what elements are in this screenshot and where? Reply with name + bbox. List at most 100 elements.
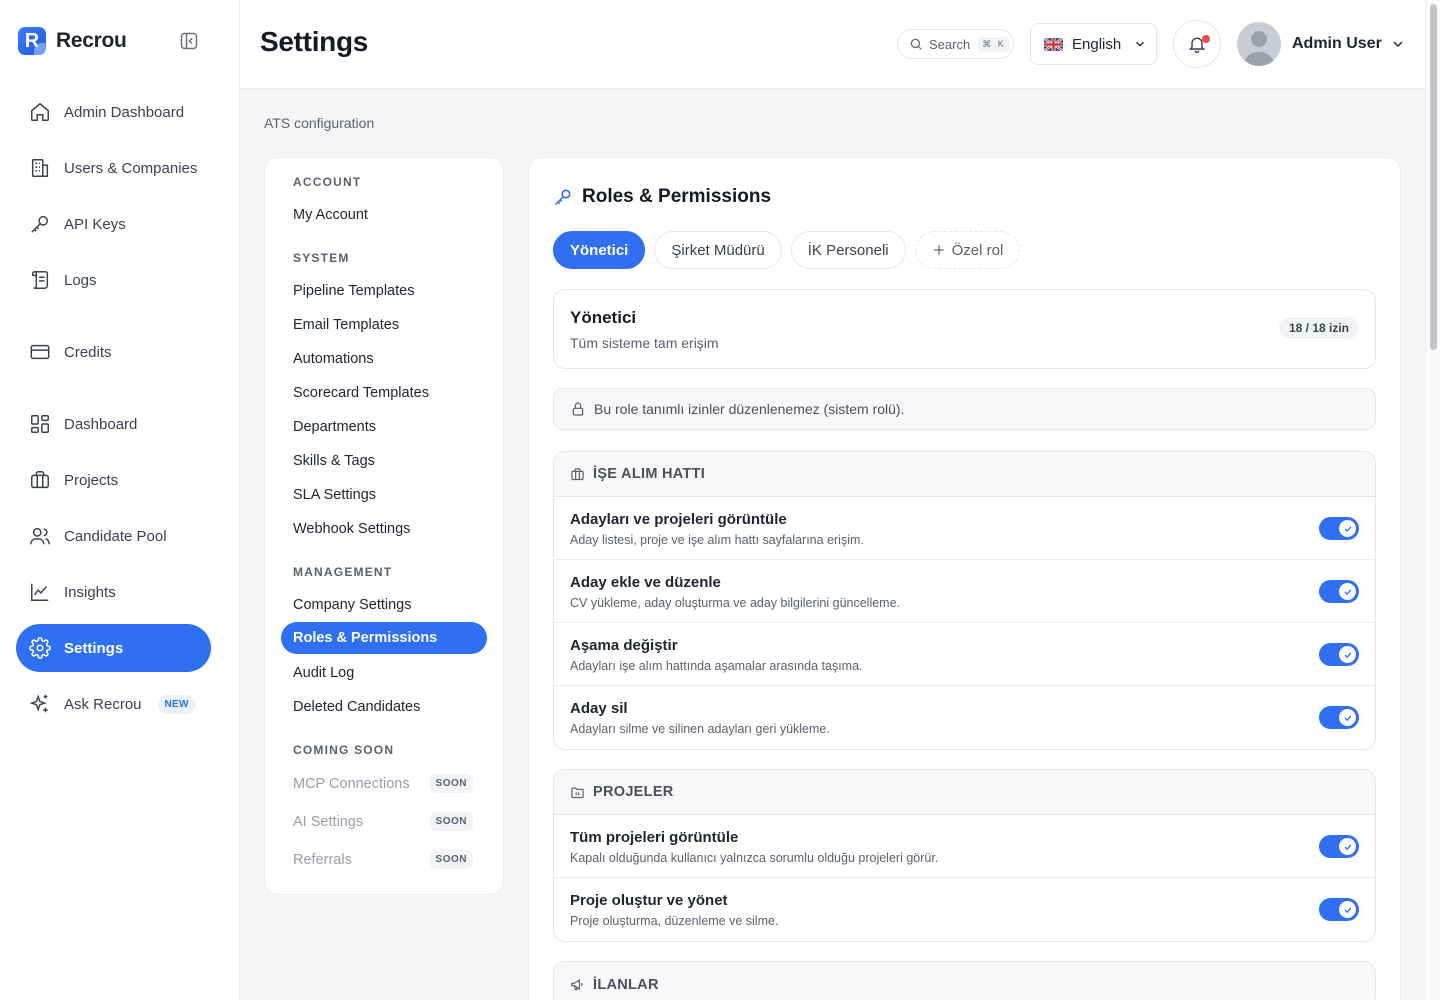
sidebar-item-label: Candidate Pool <box>64 527 167 545</box>
tab-ik-personeli[interactable]: İK Personeli <box>790 231 906 269</box>
building-icon <box>28 156 52 180</box>
sidebar-item-label: Projects <box>64 471 119 489</box>
dashboard-icon <box>28 412 52 436</box>
permission-row: Tüm projeleri görüntüle Kapalı olduğunda… <box>554 815 1375 878</box>
user-name: Admin User <box>1292 35 1382 52</box>
permission-toggle[interactable] <box>1319 706 1359 729</box>
permission-title: Adayları ve projeleri görüntüle <box>570 511 787 528</box>
notice-text: Bu role tanımlı izinler düzenlenemez (si… <box>594 401 905 417</box>
sidebar-item-insights[interactable]: Insights <box>16 568 211 616</box>
search-icon <box>910 38 922 50</box>
settings-item-ai-settings: AI Settings SOON <box>293 812 473 831</box>
chevron-down-icon <box>1393 41 1403 48</box>
collapse-sidebar-icon[interactable] <box>179 31 199 51</box>
settings-item-email-templates[interactable]: Email Templates <box>293 317 399 333</box>
permission-toggle[interactable] <box>1319 643 1359 666</box>
key-icon <box>28 212 52 236</box>
check-icon <box>1339 838 1356 855</box>
sidebar-item-ask-recrou[interactable]: Ask Recrou NEW <box>16 680 211 728</box>
permission-group-projeler: PROJELER Tüm projeleri görüntüle Kapalı … <box>553 769 1376 942</box>
logo[interactable]: R Recrou <box>18 27 127 55</box>
settings-item-label: Referrals <box>293 851 352 868</box>
new-badge: NEW <box>157 694 196 714</box>
permission-title: Aşama değiştir <box>570 637 678 654</box>
group-title: İLANLAR <box>593 976 659 993</box>
permission-toggle[interactable] <box>1319 898 1359 921</box>
home-icon <box>28 100 52 124</box>
chart-icon <box>28 580 52 604</box>
permission-description: Adayları silme ve silinen adayları geri … <box>570 722 830 736</box>
role-name: Yönetici <box>570 308 637 327</box>
permission-title: Aday ekle ve düzenle <box>570 574 721 591</box>
settings-item-roles-permissions[interactable]: Roles & Permissions <box>281 622 487 654</box>
sidebar-item-logs[interactable]: Logs <box>16 256 211 304</box>
section-heading-management: MANAGEMENT <box>293 565 393 579</box>
tab-yonetici[interactable]: Yönetici <box>553 231 646 269</box>
permission-description: Adayları işe alım hattında aşamalar aras… <box>570 659 863 673</box>
key-icon <box>553 187 573 207</box>
search-button[interactable]: Search ⌘ K <box>897 29 1014 59</box>
add-custom-role-button[interactable]: Özel rol <box>914 231 1021 269</box>
uk-flag-icon <box>1044 37 1063 51</box>
permission-count-badge: 18 / 18 izin <box>1278 317 1359 339</box>
scrollbar-thumb[interactable] <box>1430 4 1437 350</box>
settings-item-my-account[interactable]: My Account <box>293 207 368 223</box>
sidebar-item-label: Admin Dashboard <box>64 103 185 121</box>
settings-item-company-settings[interactable]: Company Settings <box>293 597 411 613</box>
permission-title: Aday sil <box>570 700 628 717</box>
plus-icon <box>933 245 944 255</box>
sidebar-item-api-keys[interactable]: API Keys <box>16 200 211 248</box>
page-title: Settings <box>260 26 369 57</box>
tab-sirket-muduru[interactable]: Şirket Müdürü <box>654 231 782 269</box>
sidebar-item-projects[interactable]: Projects <box>16 456 211 504</box>
add-custom-role-label: Özel rol <box>951 241 1004 259</box>
soon-badge: SOON <box>429 850 473 869</box>
megaphone-icon <box>570 977 585 992</box>
settings-item-pipeline-templates[interactable]: Pipeline Templates <box>293 283 414 299</box>
permission-toggle[interactable] <box>1319 517 1359 540</box>
settings-item-skills-tags[interactable]: Skills & Tags <box>293 453 375 469</box>
sidebar-item-label: Users & Companies <box>64 159 198 177</box>
settings-item-departments[interactable]: Departments <box>293 419 376 435</box>
role-description: Tüm sisteme tam erişim <box>570 335 719 351</box>
sidebar-item-credits[interactable]: Credits <box>16 328 211 376</box>
permission-row: Aday sil Adayları silme ve silinen adayl… <box>554 686 1375 749</box>
permission-description: Aday listesi, proje ve işe alım hattı sa… <box>570 533 864 547</box>
section-heading-system: SYSTEM <box>293 251 350 265</box>
credit-card-icon <box>28 340 52 364</box>
permission-title: Tüm projeleri görüntüle <box>570 829 739 846</box>
permission-group-ise-alim-hatti: İŞE ALIM HATTI Adayları ve projeleri gör… <box>553 451 1376 750</box>
scrollbar[interactable] <box>1425 0 1440 1000</box>
check-icon <box>1339 901 1356 918</box>
permission-row: Proje oluştur ve yönet Proje oluşturma, … <box>554 878 1375 941</box>
settings-item-sla-settings[interactable]: SLA Settings <box>293 487 376 503</box>
panel-title-text: Roles & Permissions <box>582 186 772 207</box>
permission-toggle[interactable] <box>1319 580 1359 603</box>
notification-dot <box>1202 35 1210 43</box>
sidebar-item-admin-dashboard[interactable]: Admin Dashboard <box>16 88 211 136</box>
section-heading-account: ACCOUNT <box>293 175 362 189</box>
settings-item-audit-log[interactable]: Audit Log <box>293 665 354 681</box>
sidebar-item-label: Ask Recrou <box>64 695 142 713</box>
sidebar-item-candidate-pool[interactable]: Candidate Pool <box>16 512 211 560</box>
settings-item-deleted-candidates[interactable]: Deleted Candidates <box>293 699 420 715</box>
settings-item-scorecard-templates[interactable]: Scorecard Templates <box>293 385 429 401</box>
briefcase-icon <box>570 467 585 482</box>
soon-badge: SOON <box>429 812 473 831</box>
sidebar-item-label: Settings <box>64 639 124 657</box>
sidebar-item-dashboard[interactable]: Dashboard <box>16 400 211 448</box>
group-header: İLANLAR <box>554 962 1375 1000</box>
permission-row: Adayları ve projeleri görüntüle Aday lis… <box>554 497 1375 560</box>
sidebar-item-settings[interactable]: Settings <box>16 624 211 672</box>
roles-permissions-panel: Roles & Permissions Yönetici Şirket Müdü… <box>528 157 1401 1000</box>
settings-item-automations[interactable]: Automations <box>293 351 374 367</box>
user-menu[interactable]: Admin User <box>1237 22 1406 66</box>
language-selector[interactable]: English <box>1030 23 1157 65</box>
system-role-notice: Bu role tanımlı izinler düzenlenemez (si… <box>553 388 1376 430</box>
briefcase-icon <box>28 468 52 492</box>
settings-item-webhook-settings[interactable]: Webhook Settings <box>293 521 410 537</box>
sidebar-item-label: Insights <box>64 583 116 601</box>
notifications-button[interactable] <box>1173 20 1221 68</box>
permission-toggle[interactable] <box>1319 835 1359 858</box>
sidebar-item-users-companies[interactable]: Users & Companies <box>16 144 211 192</box>
